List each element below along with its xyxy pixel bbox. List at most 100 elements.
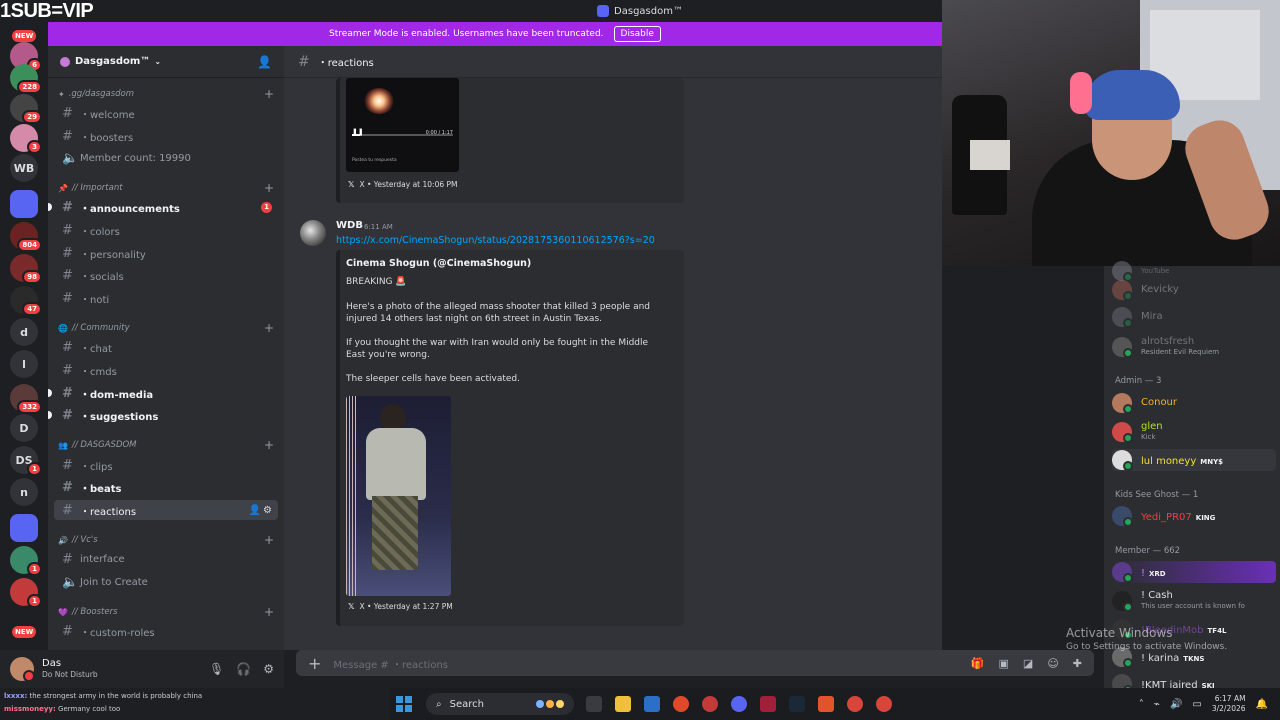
chevron-up-icon[interactable]: ˄ — [1139, 699, 1144, 710]
embed-title[interactable]: Cinema Shogun (@CinemaShogun) — [346, 258, 531, 269]
add-channel-icon[interactable]: + — [264, 181, 274, 195]
member-row[interactable]: alrotsfresh Resident Evil Requiem — [1112, 336, 1276, 358]
message-link[interactable]: https://x.com/CinemaShogun/status/202817… — [336, 235, 655, 246]
channel-boosters[interactable]: # ・boosters — [54, 126, 278, 146]
chrome-icon[interactable] — [876, 696, 892, 712]
attach-plus-icon[interactable]: + — [308, 654, 321, 673]
server-icon[interactable]: 332 — [10, 384, 42, 414]
channel-suggestions[interactable]: # ・suggestions — [48, 405, 278, 425]
member-row[interactable]: Mira — [1112, 306, 1276, 328]
server-icon[interactable]: 47 — [10, 286, 42, 316]
server-icon[interactable]: n — [10, 478, 38, 506]
channel-interface[interactable]: # interface — [54, 549, 278, 569]
folder-icon[interactable] — [10, 514, 38, 542]
chrome-icon[interactable] — [673, 696, 689, 712]
folder-icon[interactable] — [10, 190, 38, 218]
apps-icon[interactable]: ✚ — [1073, 657, 1082, 670]
task-view-icon[interactable] — [586, 696, 602, 712]
taskbar-search[interactable]: ⌕ Search — [426, 693, 574, 715]
guild-header[interactable]: Dasgasdom™ ⌄ 👤 — [48, 46, 284, 78]
channel-member-count[interactable]: 🔈 Member count: 19990 — [54, 148, 278, 168]
notification-bell-icon[interactable]: 🔔 — [1256, 699, 1268, 710]
network-icon[interactable]: ⌁ — [1154, 699, 1160, 710]
server-icon[interactable]: 98 — [10, 254, 42, 284]
channel-settings-icon[interactable]: 👤⚙ — [249, 505, 274, 516]
add-channel-icon[interactable]: + — [264, 87, 274, 101]
category-important[interactable]: 📌// Important + — [58, 180, 274, 196]
channel-personality[interactable]: # ・personality — [54, 243, 278, 263]
microphone-icon[interactable]: 🎙 — [209, 662, 224, 676]
message-author[interactable]: WDB — [336, 220, 363, 231]
channel-clips[interactable]: # ・clips — [54, 455, 278, 475]
file-explorer-icon[interactable] — [615, 696, 631, 712]
server-icon[interactable]: DS 1 — [10, 446, 42, 476]
channel-beats[interactable]: # ・beats — [54, 477, 278, 497]
member-row[interactable]: lul moneyy MNY$ — [1112, 449, 1276, 471]
channel-socials[interactable]: # ・socials — [54, 265, 278, 285]
obs-icon[interactable] — [702, 696, 718, 712]
server-icon[interactable]: D — [10, 414, 38, 442]
server-icon[interactable]: WB — [10, 154, 38, 182]
battery-icon[interactable]: ▭ — [1192, 699, 1201, 710]
member-row[interactable]: glen Kick — [1112, 421, 1276, 443]
gift-icon[interactable]: 🎁 — [971, 657, 985, 670]
channel-join-to-create[interactable]: 🔈 Join to Create — [54, 572, 278, 592]
member-row[interactable]: ! XRD — [1112, 561, 1276, 583]
category-dasgasdom[interactable]: 👥// DASGASDOM + — [58, 437, 274, 453]
add-channel-icon[interactable]: + — [264, 321, 274, 335]
user-info[interactable]: Das Do Not Disturb — [42, 658, 98, 680]
chrome-icon[interactable] — [847, 696, 863, 712]
disable-streamer-mode-button[interactable]: Disable — [613, 26, 661, 42]
add-channel-icon[interactable]: + — [264, 533, 274, 547]
embed-image[interactable] — [346, 396, 451, 596]
headphones-icon[interactable]: 🎧 — [236, 662, 251, 676]
server-icon[interactable]: l — [10, 350, 38, 378]
channel-custom-roles[interactable]: # ・custom-roles — [54, 621, 278, 641]
channel-announcements[interactable]: # ・announcements 1 — [48, 197, 278, 217]
message-composer[interactable]: + Message # ・reactions 🎁 ▣ ◪ ☺ ✚ — [296, 650, 1094, 676]
pause-icon[interactable]: ❚❚ — [352, 128, 364, 136]
new-unreads-pill[interactable]: NEW — [12, 30, 37, 42]
channel-dom-media[interactable]: # ・dom-media — [48, 383, 278, 403]
video-player[interactable]: ❚❚ 0:00 / 1:17 Postea tu respuesta — [346, 78, 459, 172]
calculator-icon[interactable] — [644, 696, 660, 712]
gif-icon[interactable]: ▣ — [999, 657, 1009, 670]
server-icon[interactable]: 29 — [10, 94, 42, 124]
channel-cmds[interactable]: # ・cmds — [54, 360, 278, 380]
adobe-icon[interactable] — [760, 696, 776, 712]
channel-colors[interactable]: # ・colors — [54, 220, 278, 240]
windows-start-icon[interactable] — [396, 696, 412, 712]
channel-reactions[interactable]: # ・reactions 👤⚙ — [54, 500, 278, 520]
server-icon[interactable]: 3 — [10, 124, 42, 154]
server-icon[interactable]: d — [10, 318, 38, 346]
avatar[interactable] — [300, 220, 326, 246]
member-row[interactable]: Yedi_PR07 KING — [1112, 505, 1276, 527]
new-unreads-pill[interactable]: NEW — [12, 626, 37, 638]
server-icon[interactable]: 804 — [10, 222, 42, 252]
channel-welcome[interactable]: # ・welcome — [54, 103, 278, 123]
channel-chat[interactable]: # ・chat — [54, 337, 278, 357]
server-icon[interactable]: 228 — [10, 64, 42, 94]
server-icon[interactable]: 1 — [10, 546, 42, 576]
member-row[interactable]: ! Cash This user account is known fo — [1112, 590, 1276, 612]
add-channel-icon[interactable]: + — [264, 605, 274, 619]
category-boosters[interactable]: 💜// Boosters + — [58, 604, 274, 620]
clock[interactable]: 6:17 AM 3/2/2026 — [1212, 694, 1246, 714]
app-icon[interactable] — [818, 696, 834, 712]
sticker-icon[interactable]: ◪ — [1023, 657, 1033, 670]
member-row[interactable]: Kevicky — [1112, 279, 1276, 301]
add-channel-icon[interactable]: + — [264, 438, 274, 452]
gear-icon[interactable]: ⚙ — [263, 662, 274, 676]
steam-icon[interactable] — [789, 696, 805, 712]
avatar[interactable] — [10, 657, 35, 682]
channel-noti[interactable]: # ・noti — [54, 288, 278, 308]
member-row[interactable]: Conour — [1112, 392, 1276, 414]
category-vcs[interactable]: 🔊// Vc's + — [58, 532, 274, 548]
emoji-icon[interactable]: ☺ — [1047, 657, 1058, 670]
invite-icon[interactable]: 👤 — [257, 55, 272, 69]
speaker-icon[interactable]: 🔊 — [1170, 699, 1182, 710]
discord-icon[interactable] — [731, 696, 747, 712]
category-community[interactable]: 🌐// Community + — [58, 320, 274, 336]
category-gg[interactable]: ✦ .gg/dasgasdom + — [58, 86, 274, 102]
server-icon[interactable]: 1 — [10, 578, 42, 608]
